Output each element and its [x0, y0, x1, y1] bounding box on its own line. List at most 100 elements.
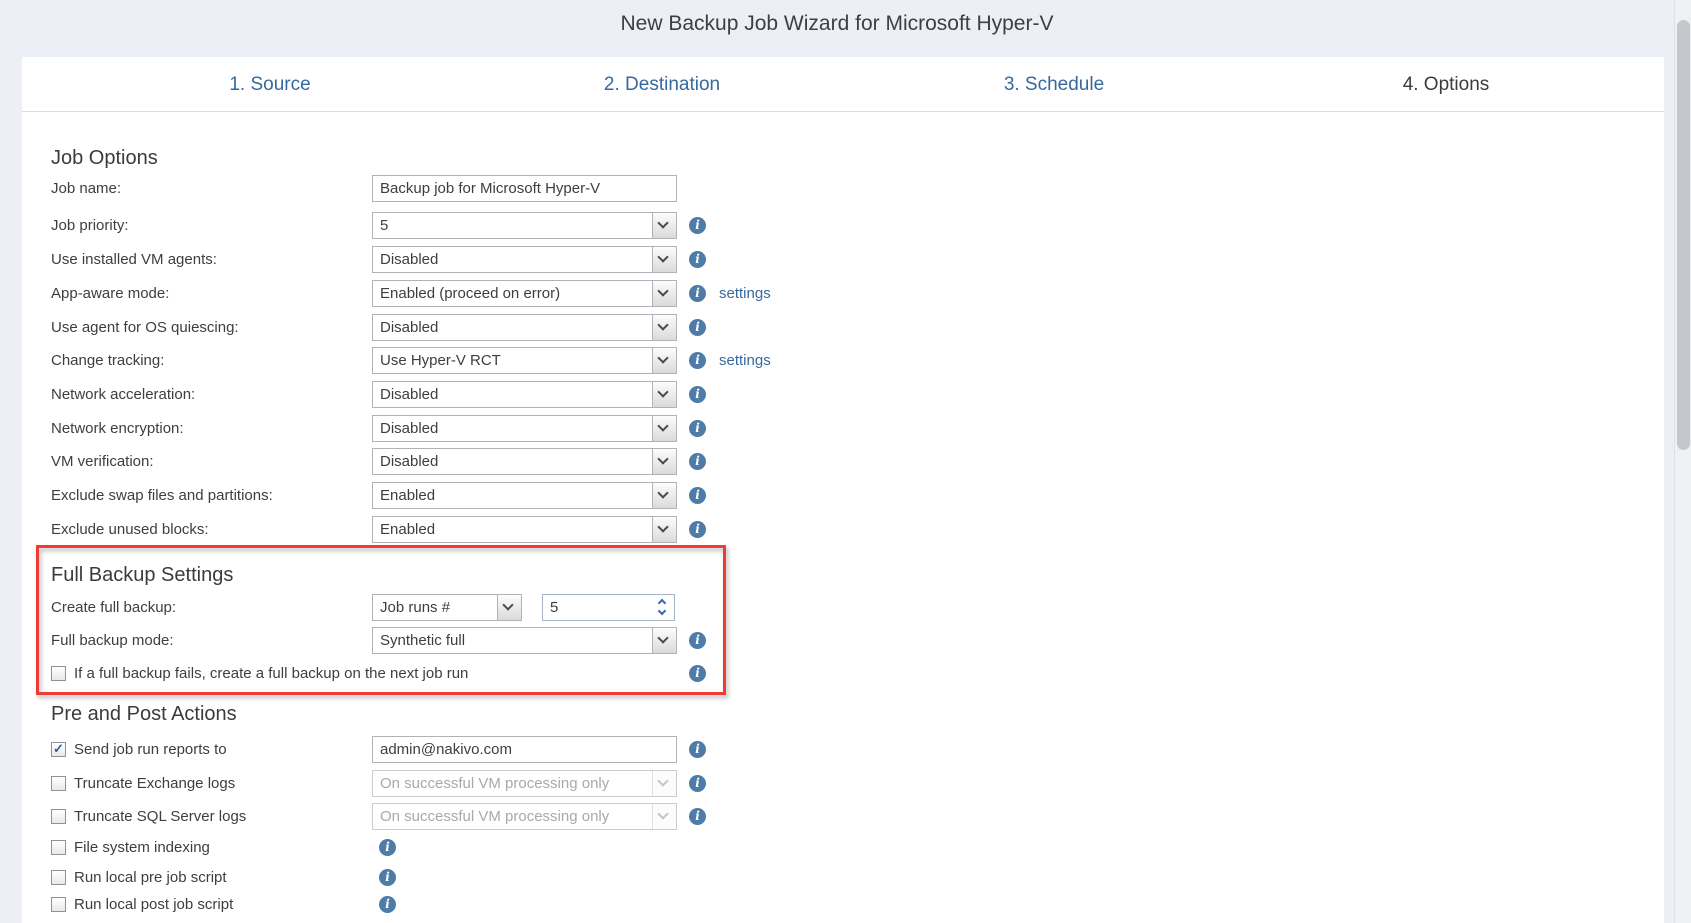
chevron-down-icon — [657, 487, 668, 498]
change-tracking-value: Use Hyper-V RCT — [380, 352, 501, 369]
info-icon[interactable]: i — [689, 217, 706, 234]
info-icon[interactable]: i — [689, 386, 706, 403]
row-change-tracking: Change tracking: Use Hyper-V RCT i setti… — [51, 347, 1301, 374]
dropdown-button[interactable] — [652, 315, 676, 340]
chevron-down-icon — [657, 521, 668, 532]
tab-destination[interactable]: 2. Destination — [512, 57, 812, 112]
info-icon[interactable]: i — [689, 285, 706, 302]
row-network-acceleration: Network acceleration: Disabled i — [51, 381, 1301, 408]
os-quiescing-label: Use agent for OS quiescing: — [51, 319, 239, 336]
file-system-indexing-checkbox[interactable]: ✓ — [51, 840, 66, 855]
dropdown-button[interactable] — [652, 382, 676, 407]
row-network-encryption: Network encryption: Disabled i — [51, 415, 1301, 442]
info-icon[interactable]: i — [379, 839, 396, 856]
app-aware-select[interactable]: Enabled (proceed on error) — [372, 280, 677, 307]
info-icon[interactable]: i — [689, 420, 706, 437]
exclude-swap-select[interactable]: Enabled — [372, 482, 677, 509]
dropdown-button[interactable] — [652, 281, 676, 306]
create-full-backup-trigger-select[interactable]: Job runs # — [372, 594, 522, 621]
info-icon[interactable]: i — [689, 319, 706, 336]
tab-schedule[interactable]: 3. Schedule — [904, 57, 1204, 112]
run-pre-script-checkbox[interactable]: ✓ — [51, 870, 66, 885]
vm-verification-select[interactable]: Disabled — [372, 448, 677, 475]
truncate-exchange-value: On successful VM processing only — [380, 775, 609, 792]
create-full-backup-label: Create full backup: — [51, 599, 176, 616]
vm-verification-label: VM verification: — [51, 453, 154, 470]
full-backup-mode-value: Synthetic full — [380, 632, 465, 649]
full-backup-mode-select[interactable]: Synthetic full — [372, 627, 677, 654]
info-icon[interactable]: i — [379, 869, 396, 886]
send-reports-checkbox[interactable]: ✓ — [51, 742, 66, 757]
chevron-down-icon — [657, 420, 668, 431]
exclude-unused-value: Enabled — [380, 521, 435, 538]
dropdown-button[interactable] — [652, 517, 676, 542]
dropdown-button[interactable] — [652, 247, 676, 272]
spinner-down-icon[interactable] — [658, 608, 668, 618]
network-encryption-label: Network encryption: — [51, 420, 184, 437]
full-backup-fallback-label[interactable]: If a full backup fails, create a full ba… — [74, 665, 468, 682]
truncate-sql-checkbox[interactable]: ✓ — [51, 809, 66, 824]
dropdown-button[interactable] — [652, 628, 676, 653]
info-icon[interactable]: i — [689, 487, 706, 504]
info-icon[interactable]: i — [689, 352, 706, 369]
info-icon[interactable]: i — [689, 665, 706, 682]
section-heading-pre-post-actions: Pre and Post Actions — [51, 703, 237, 726]
row-run-post-script: ✓ Run local post job script i — [51, 891, 1301, 918]
chevron-down-icon — [657, 453, 668, 464]
dropdown-button — [652, 771, 676, 796]
chevron-down-icon — [657, 285, 668, 296]
os-quiescing-value: Disabled — [380, 319, 438, 336]
change-tracking-settings-link[interactable]: settings — [719, 352, 771, 369]
run-pre-script-label[interactable]: Run local pre job script — [74, 869, 227, 886]
chevron-down-icon — [657, 386, 668, 397]
dropdown-button[interactable] — [652, 213, 676, 238]
network-acceleration-select[interactable]: Disabled — [372, 381, 677, 408]
info-icon[interactable]: i — [689, 453, 706, 470]
info-icon[interactable]: i — [689, 632, 706, 649]
job-name-input[interactable] — [372, 175, 677, 202]
info-icon[interactable]: i — [689, 775, 706, 792]
send-reports-label[interactable]: Send job run reports to — [74, 741, 227, 758]
run-post-script-label[interactable]: Run local post job script — [74, 896, 233, 913]
row-vm-agents: Use installed VM agents: Disabled i — [51, 246, 1301, 273]
info-icon[interactable]: i — [689, 251, 706, 268]
scrollbar-thumb[interactable] — [1677, 20, 1690, 450]
section-heading-job-options: Job Options — [51, 147, 158, 170]
wizard-step-tabs: 1. Source 2. Destination 3. Schedule 4. … — [22, 57, 1664, 112]
info-icon[interactable]: i — [689, 741, 706, 758]
truncate-sql-label[interactable]: Truncate SQL Server logs — [74, 808, 246, 825]
vertical-scrollbar[interactable] — [1674, 0, 1691, 923]
create-full-backup-trigger-value: Job runs # — [380, 599, 450, 616]
job-priority-select[interactable]: 5 — [372, 212, 677, 239]
change-tracking-select[interactable]: Use Hyper-V RCT — [372, 347, 677, 374]
run-post-script-checkbox[interactable]: ✓ — [51, 897, 66, 912]
network-encryption-select[interactable]: Disabled — [372, 415, 677, 442]
truncate-exchange-label[interactable]: Truncate Exchange logs — [74, 775, 235, 792]
exclude-unused-select[interactable]: Enabled — [372, 516, 677, 543]
info-icon[interactable]: i — [689, 521, 706, 538]
dropdown-button[interactable] — [652, 416, 676, 441]
dropdown-button[interactable] — [652, 348, 676, 373]
truncate-exchange-checkbox[interactable]: ✓ — [51, 776, 66, 791]
dropdown-button[interactable] — [497, 595, 521, 620]
tab-source[interactable]: 1. Source — [120, 57, 420, 112]
file-system-indexing-label[interactable]: File system indexing — [74, 839, 210, 856]
vm-agents-select[interactable]: Disabled — [372, 246, 677, 273]
send-reports-email-input[interactable] — [372, 736, 677, 763]
chevron-down-icon — [657, 352, 668, 363]
row-os-quiescing: Use agent for OS quiescing: Disabled i — [51, 314, 1301, 341]
spinner-up-icon[interactable] — [658, 597, 668, 607]
chevron-down-icon — [657, 217, 668, 228]
row-truncate-sql: ✓ Truncate SQL Server logs On successful… — [51, 803, 1301, 830]
row-send-reports: ✓ Send job run reports to i — [51, 736, 1301, 763]
info-icon[interactable]: i — [379, 896, 396, 913]
full-backup-count-stepper[interactable]: 5 — [542, 594, 675, 621]
full-backup-fallback-checkbox[interactable]: ✓ — [51, 666, 66, 681]
row-run-pre-script: ✓ Run local pre job script i — [51, 864, 1301, 891]
info-icon[interactable]: i — [689, 808, 706, 825]
app-aware-settings-link[interactable]: settings — [719, 285, 771, 302]
dropdown-button[interactable] — [652, 449, 676, 474]
os-quiescing-select[interactable]: Disabled — [372, 314, 677, 341]
dropdown-button[interactable] — [652, 483, 676, 508]
tab-options[interactable]: 4. Options — [1296, 57, 1596, 112]
